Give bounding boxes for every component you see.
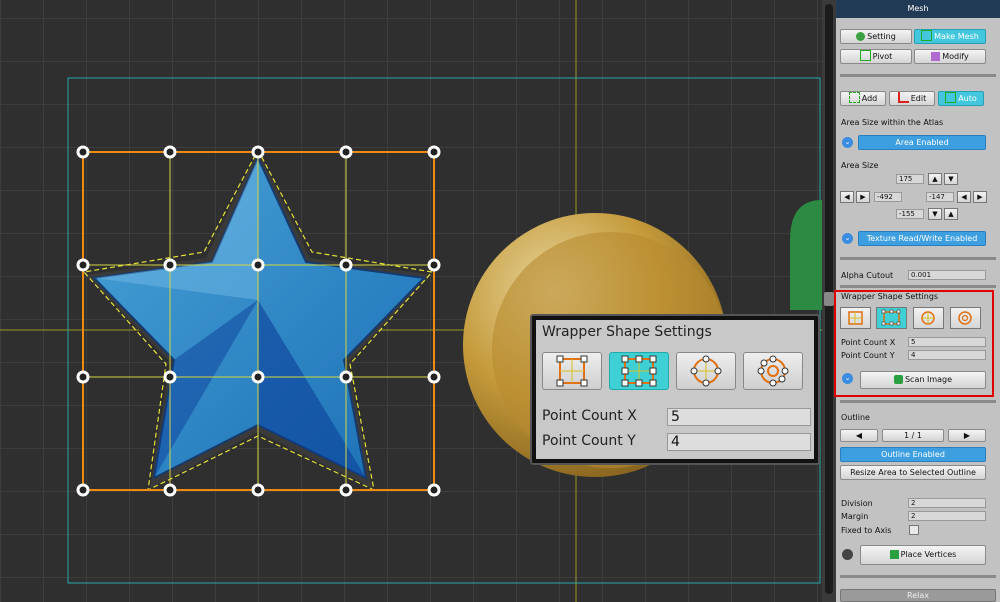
area-bottom-down-button[interactable]: ▼ <box>928 208 942 220</box>
place-vertices-icon <box>889 550 899 559</box>
fixed-axis-label: Fixed to Axis <box>841 526 892 535</box>
mode-add-button[interactable]: Add <box>840 91 886 106</box>
area-top-up-button[interactable]: ▲ <box>928 173 942 185</box>
rect-grid-icon <box>556 355 588 387</box>
area-bottom-up-button[interactable]: ▲ <box>944 208 958 220</box>
margin-label: Margin <box>841 512 869 521</box>
area-right-field[interactable]: -147 <box>926 192 954 202</box>
circle-shape-icon <box>690 355 722 387</box>
callout-point-x-field[interactable]: 5 <box>667 408 811 426</box>
edit-vertex-icon <box>897 92 909 103</box>
tab-setting[interactable]: Setting <box>840 29 912 44</box>
scene-viewport[interactable]: Wrapper Shape Settings Point Count X 5 P… <box>0 0 822 602</box>
star-facet <box>94 158 258 300</box>
shape-ring-button[interactable] <box>743 352 803 390</box>
add-vertex-icon <box>848 92 860 103</box>
outline-enabled-button[interactable]: Outline Enabled <box>840 447 986 462</box>
area-atlas-label: Area Size within the Atlas <box>841 118 944 127</box>
tab-setting-label: Setting <box>867 32 896 41</box>
alpha-cutout-label: Alpha Cutout <box>841 271 894 280</box>
place-vertices-label: Place Vertices <box>900 550 957 559</box>
green-sprite <box>790 200 822 310</box>
setting-icon <box>856 32 866 41</box>
fixed-axis-checkbox[interactable] <box>909 525 919 535</box>
tab-make-mesh[interactable]: Make Mesh <box>914 29 986 44</box>
chevron-down-icon[interactable]: ⌄ <box>842 137 853 148</box>
tab-modify-label: Modify <box>942 52 969 61</box>
outline-prev-button[interactable]: ◀ <box>840 429 878 442</box>
scene-canvas <box>0 0 822 602</box>
area-right-right-button[interactable]: ▶ <box>973 191 987 203</box>
mode-auto-button[interactable]: Auto <box>938 91 984 106</box>
resize-area-button[interactable]: Resize Area to Selected Outline <box>840 465 986 480</box>
mode-edit-button[interactable]: Edit <box>889 91 935 106</box>
mesh-icon <box>921 30 933 41</box>
texture-rw-button[interactable]: Texture Read/Write Enabled <box>858 231 986 246</box>
tab-make-mesh-label: Make Mesh <box>934 32 979 41</box>
area-top-field[interactable]: 175 <box>896 174 924 184</box>
relax-button[interactable]: Relax <box>840 589 996 602</box>
chevron-down-icon[interactable]: ⌄ <box>842 233 853 244</box>
callout-point-y-field[interactable]: 4 <box>667 433 811 451</box>
outline-label: Outline <box>841 413 870 422</box>
shape-grid-button[interactable] <box>609 352 669 390</box>
pivot-icon <box>859 50 871 61</box>
division-field[interactable]: 2 <box>908 498 986 508</box>
area-right-left-button[interactable]: ◀ <box>957 191 971 203</box>
panel-title: Mesh <box>836 0 1000 18</box>
division-label: Division <box>841 499 873 508</box>
outline-next-button[interactable]: ▶ <box>948 429 986 442</box>
tab-pivot-label: Pivot <box>872 52 893 61</box>
divider <box>840 74 996 77</box>
scrollbar-handle[interactable] <box>824 292 834 306</box>
wrapper-settings-callout: Wrapper Shape Settings Point Count X 5 P… <box>530 314 820 465</box>
place-vertices-button[interactable]: Place Vertices <box>860 545 986 565</box>
mode-add-label: Add <box>861 94 878 103</box>
margin-field[interactable]: 2 <box>908 511 986 521</box>
divider <box>840 257 996 260</box>
shape-rect-button[interactable] <box>542 352 602 390</box>
area-bottom-field[interactable]: -155 <box>896 209 924 219</box>
area-left-field[interactable]: -492 <box>874 192 902 202</box>
auto-mesh-icon <box>945 92 957 103</box>
divider <box>840 285 996 288</box>
ring-shape-icon <box>757 355 789 387</box>
callout-title: Wrapper Shape Settings <box>542 324 712 340</box>
mode-edit-label: Edit <box>910 94 927 103</box>
callout-point-y-label: Point Count Y <box>542 433 636 449</box>
highlight-box <box>834 290 994 397</box>
shape-circle-button[interactable] <box>676 352 736 390</box>
area-enabled-button[interactable]: Area Enabled <box>858 135 986 150</box>
alpha-cutout-field[interactable]: 0.001 <box>908 270 986 280</box>
outline-page-indicator: 1 / 1 <box>882 429 944 442</box>
modify-icon <box>931 52 941 61</box>
area-size-label: Area Size <box>841 161 879 170</box>
tab-modify[interactable]: Modify <box>914 49 986 64</box>
callout-point-x-label: Point Count X <box>542 408 637 424</box>
divider <box>840 400 996 403</box>
tab-pivot[interactable]: Pivot <box>840 49 912 64</box>
area-left-left-button[interactable]: ◀ <box>840 191 854 203</box>
status-dot-icon <box>842 549 853 560</box>
dense-grid-icon <box>621 355 657 387</box>
area-top-down-button[interactable]: ▼ <box>944 173 958 185</box>
mode-auto-label: Auto <box>958 94 977 103</box>
area-left-right-button[interactable]: ▶ <box>856 191 870 203</box>
divider <box>840 575 996 578</box>
